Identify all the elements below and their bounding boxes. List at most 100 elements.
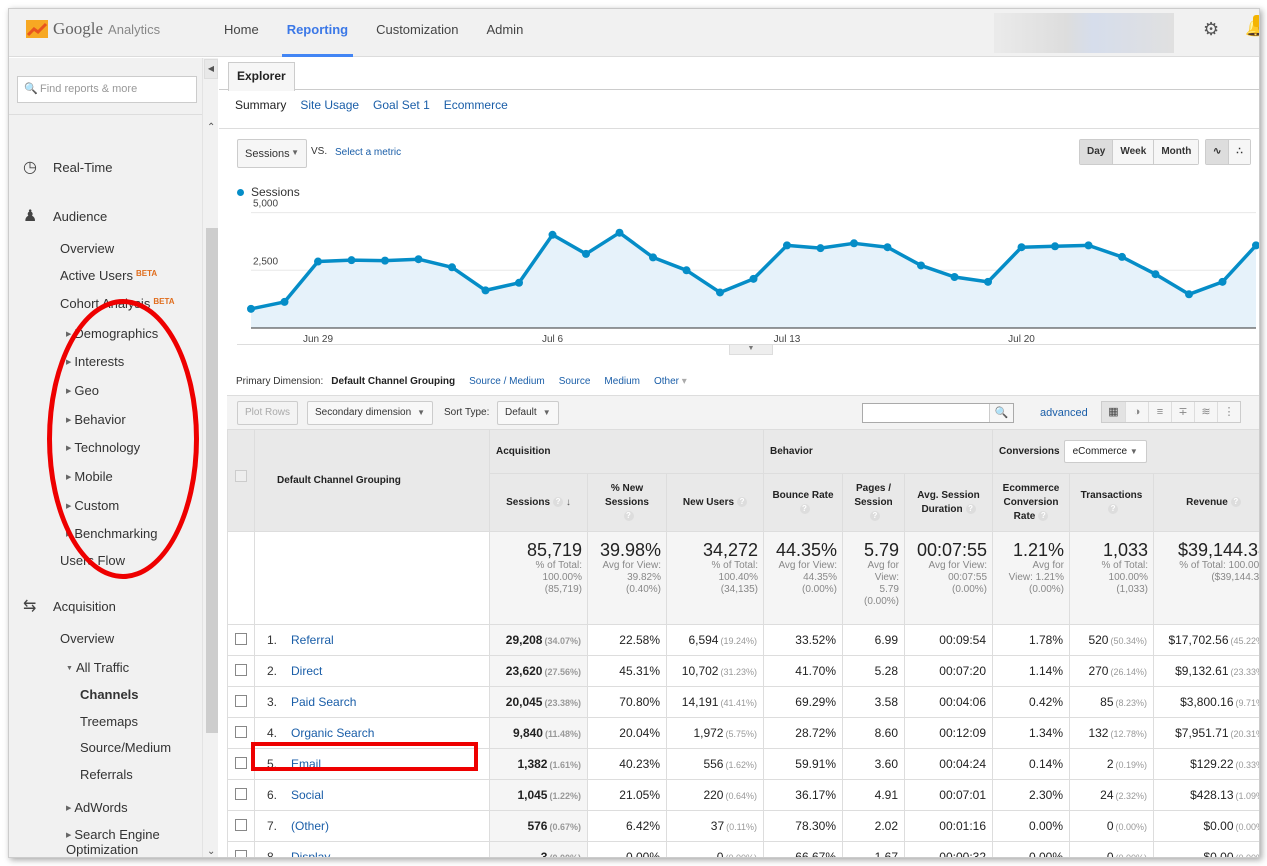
row-checkbox[interactable] xyxy=(235,663,247,676)
tab-explorer[interactable]: Explorer xyxy=(228,62,295,91)
help-icon[interactable]: ? xyxy=(623,510,634,521)
select-metric-link[interactable]: Select a metric xyxy=(335,147,401,158)
sidebar-item-audience[interactable]: Audience xyxy=(53,209,107,224)
sidebar-scrollbar[interactable]: ⌃ ⌄ xyxy=(202,58,218,857)
sidebar-item-mobile[interactable]: ▶ Mobile xyxy=(66,469,113,484)
channel-link[interactable]: Referral xyxy=(291,633,334,647)
nav-home[interactable]: Home xyxy=(214,9,269,57)
select-all-checkbox[interactable] xyxy=(235,470,247,482)
row-checkbox[interactable] xyxy=(235,632,247,645)
sidebar-item-demographics[interactable]: ▶ Demographics xyxy=(66,326,158,341)
account-selector-blurred[interactable] xyxy=(994,13,1174,53)
period-day[interactable]: Day xyxy=(1080,140,1113,164)
nav-admin[interactable]: Admin xyxy=(476,9,533,57)
sidebar-item-referrals[interactable]: Referrals xyxy=(80,767,133,782)
sidebar-item-users-flow[interactable]: Users Flow xyxy=(60,553,125,568)
row-checkbox[interactable] xyxy=(235,694,247,707)
help-icon[interactable]: ? xyxy=(737,496,748,507)
period-week[interactable]: Week xyxy=(1112,140,1154,164)
subtab-ecommerce[interactable]: Ecommerce xyxy=(444,98,508,112)
secondary-dimension-dropdown[interactable]: Secondary dimension ▼ xyxy=(307,401,434,425)
help-icon[interactable]: ? xyxy=(553,496,564,507)
scroll-down-icon[interactable]: ⌄ xyxy=(207,846,215,857)
sidebar-item-channels[interactable]: Channels xyxy=(80,687,139,702)
sidebar-item-source-medium[interactable]: Source/Medium xyxy=(80,740,171,755)
channel-link[interactable]: Email xyxy=(291,757,321,771)
logo[interactable]: Google Analytics xyxy=(26,19,160,39)
sidebar-item-realtime[interactable]: Real-Time xyxy=(53,160,112,175)
row-checkbox[interactable] xyxy=(235,756,247,769)
row-checkbox[interactable] xyxy=(235,787,247,800)
sidebar-item-active-users[interactable]: Active Users BETA xyxy=(60,268,157,283)
sidebar-item-geo[interactable]: ▶ Geo xyxy=(66,383,99,398)
motion-chart-icon[interactable]: ∴ xyxy=(1228,140,1250,164)
sidebar-item-cohort-analysis[interactable]: Cohort Analysis BETA xyxy=(60,296,175,311)
sidebar-item-adwords[interactable]: ▶ AdWords xyxy=(66,800,128,815)
period-month[interactable]: Month xyxy=(1153,140,1199,164)
channel-link[interactable]: Organic Search xyxy=(291,726,374,740)
subtab-summary[interactable]: Summary xyxy=(235,98,286,112)
scrollbar-thumb[interactable] xyxy=(206,228,218,733)
channel-link[interactable]: Display xyxy=(291,850,330,857)
header-avg-session-duration[interactable]: Avg. Session Duration? xyxy=(903,473,994,532)
row-checkbox[interactable] xyxy=(235,818,247,831)
sidebar-item-interests[interactable]: ▶ Interests xyxy=(66,354,124,369)
channel-link[interactable]: Paid Search xyxy=(291,695,356,709)
chart-resize-handle[interactable]: ▼ xyxy=(729,345,773,355)
help-icon[interactable]: ? xyxy=(1230,496,1241,507)
nav-customization[interactable]: Customization xyxy=(366,9,468,57)
sidebar-item-acquisition[interactable]: Acquisition xyxy=(53,599,116,614)
dimension-other[interactable]: Other xyxy=(654,376,687,387)
nav-reporting[interactable]: Reporting xyxy=(277,9,358,57)
conversions-dropdown[interactable]: eCommerce ▼ xyxy=(1063,440,1147,463)
header-transactions[interactable]: Transactions? xyxy=(1069,473,1155,532)
help-icon[interactable]: ? xyxy=(870,510,880,521)
advanced-filter-link[interactable]: advanced xyxy=(1040,407,1088,419)
sidebar-item-treemaps[interactable]: Treemaps xyxy=(80,714,138,729)
dimension-medium[interactable]: Medium xyxy=(604,376,640,387)
collapse-sidebar-button[interactable]: ◀ xyxy=(204,59,218,79)
header-new-users[interactable]: New Users? xyxy=(666,473,764,532)
header-sessions[interactable]: Sessions? ↓ xyxy=(489,473,588,532)
header-bounce-rate[interactable]: Bounce Rate? xyxy=(763,473,843,532)
data-table-view-icon[interactable]: ▦ xyxy=(1102,402,1125,422)
pivot-view-icon[interactable]: ⋮ xyxy=(1217,402,1240,422)
help-icon[interactable]: ? xyxy=(1038,510,1049,521)
subtab-site-usage[interactable]: Site Usage xyxy=(300,98,359,112)
channel-link[interactable]: Direct xyxy=(291,664,322,678)
sidebar-item-acquisition-overview[interactable]: Overview xyxy=(60,631,114,646)
sort-type-dropdown[interactable]: Default ▼ xyxy=(497,401,559,425)
dimension-source[interactable]: Source xyxy=(559,376,591,387)
sidebar-item-benchmarking[interactable]: ▶ Benchmarking xyxy=(66,526,158,541)
gear-icon[interactable]: ⚙ xyxy=(1203,19,1219,40)
line-chart-icon[interactable]: ∿ xyxy=(1206,140,1229,164)
header-ecommerce-conversion-rate[interactable]: Ecommerce Conversion Rate? xyxy=(992,473,1071,532)
header-default-channel-grouping[interactable]: Default Channel Grouping xyxy=(254,429,490,532)
dimension-source-medium[interactable]: Source / Medium xyxy=(469,376,545,387)
subtab-goal-set-1[interactable]: Goal Set 1 xyxy=(373,98,430,112)
metric-dropdown[interactable]: Sessions ▼ xyxy=(237,139,307,168)
performance-view-icon[interactable]: ≡ xyxy=(1148,402,1171,422)
find-reports-input[interactable]: 🔍 Find reports & more xyxy=(17,76,197,103)
plot-rows-button[interactable]: Plot Rows xyxy=(237,401,299,425)
pie-view-icon[interactable]: ◑ xyxy=(1125,402,1148,422)
sidebar-item-seo[interactable]: ▶ Search Engine Optimization xyxy=(66,828,176,857)
channel-link[interactable]: Social xyxy=(291,788,324,802)
sidebar-item-all-traffic[interactable]: ▼ All Traffic xyxy=(66,660,129,675)
help-icon[interactable]: ? xyxy=(1108,503,1119,514)
sidebar-item-audience-overview[interactable]: Overview xyxy=(60,241,114,256)
sidebar-item-behavior[interactable]: ▶ Behavior xyxy=(66,412,126,427)
comparison-view-icon[interactable]: ∓ xyxy=(1171,402,1194,422)
sidebar-item-technology[interactable]: ▶ Technology xyxy=(66,440,140,455)
search-icon[interactable]: 🔍 xyxy=(989,404,1013,422)
table-search-input[interactable]: 🔍 xyxy=(862,403,1014,423)
term-cloud-view-icon[interactable]: ≋ xyxy=(1194,402,1217,422)
header-pages-session[interactable]: Pages / Session? xyxy=(842,473,905,532)
help-icon[interactable]: ? xyxy=(965,503,976,514)
row-checkbox[interactable] xyxy=(235,725,247,738)
header-pct-new-sessions[interactable]: % New Sessions? xyxy=(587,473,667,532)
channel-link[interactable]: (Other) xyxy=(291,819,329,833)
header-revenue[interactable]: Revenue? xyxy=(1153,473,1259,532)
row-checkbox[interactable] xyxy=(235,849,247,857)
help-icon[interactable]: ? xyxy=(799,503,810,514)
